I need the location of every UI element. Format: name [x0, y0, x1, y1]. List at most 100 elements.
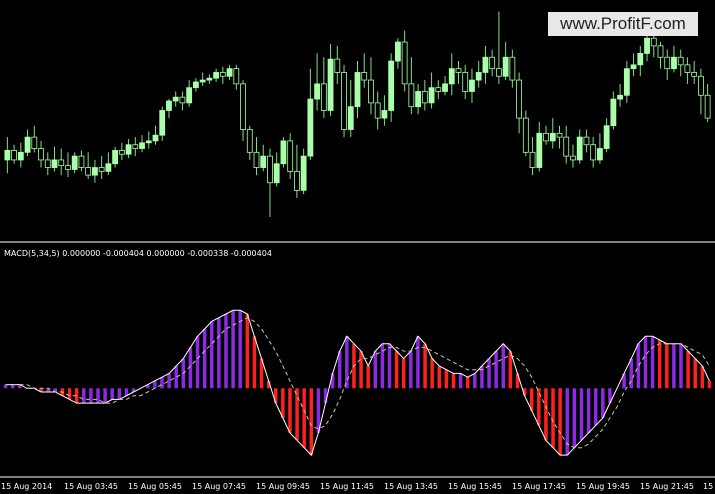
candle-body: [280, 140, 287, 165]
candle-body: [98, 167, 105, 172]
time-tick-label: 15 Aug 09:45: [256, 482, 310, 491]
candle-body: [368, 79, 374, 104]
candle-body: [455, 68, 462, 73]
candle-body: [623, 68, 630, 96]
price-pane[interactable]: [4, 11, 711, 217]
time-axis[interactable]: 15 Aug 2014 15 Aug 03:45 15 Aug 05:45 15…: [0, 478, 715, 494]
time-tick-label: 15 Aug 03:45: [64, 482, 118, 491]
candle-body: [38, 148, 44, 161]
candle-body: [354, 72, 361, 108]
candle-body: [347, 106, 354, 130]
candle-body: [112, 150, 118, 165]
candle-body: [105, 163, 112, 172]
candle-body: [85, 167, 92, 176]
candle-body: [462, 72, 469, 92]
candle-body: [563, 136, 570, 157]
macd-indicator-label: MACD(5,34,5) 0.000000 -0.000404 0.000000…: [4, 249, 272, 258]
candle-body: [401, 41, 408, 85]
time-tick-label: 15 Aug 15:45: [448, 482, 502, 491]
candle-body: [179, 96, 186, 104]
candle-body: [24, 136, 31, 153]
watermark-logo: www.ProfitF.com: [548, 12, 698, 36]
candle-body: [132, 144, 139, 149]
candle-body: [51, 159, 58, 168]
candle-body: [44, 159, 51, 168]
candle-body: [691, 72, 698, 77]
candle-body: [246, 129, 253, 153]
candle-body: [570, 155, 576, 161]
candle-body: [240, 83, 246, 130]
candle-body: [677, 56, 684, 66]
candle-body: [213, 72, 220, 79]
candle-body: [226, 68, 233, 77]
candle-body: [17, 151, 24, 161]
candle-body: [65, 165, 71, 170]
signal-line: [5, 317, 710, 449]
candle-body: [495, 68, 502, 77]
candle-body: [166, 100, 172, 111]
candle-body: [293, 170, 300, 191]
candle-body: [421, 91, 428, 104]
time-tick-label: 15 Aug 11:45: [320, 482, 374, 491]
candle-body: [219, 72, 226, 77]
candle-body: [637, 53, 644, 66]
time-tick-label: 15 Aug 17:45: [512, 482, 566, 491]
candle-body: [597, 148, 603, 161]
candle-body: [617, 94, 623, 100]
candle-body: [233, 68, 240, 85]
candle-body: [664, 56, 671, 70]
candle-body: [341, 72, 347, 130]
candle-body: [145, 140, 152, 144]
candle-body: [300, 155, 307, 191]
candle-body: [644, 37, 650, 54]
candle-body: [704, 94, 711, 119]
candle-body: [31, 136, 38, 149]
time-tick-label: 15 Aug 2014: [1, 482, 53, 491]
candle-body: [415, 91, 422, 108]
candle-body: [482, 56, 489, 73]
candle-body: [381, 110, 388, 119]
time-tick-label: 15: [703, 482, 714, 491]
candle-body: [603, 125, 610, 149]
candle-body: [435, 87, 442, 92]
candle-body: [4, 150, 11, 161]
time-tick-label: 15 Aug 21:45: [640, 482, 694, 491]
candle-body: [206, 77, 213, 81]
candle-body: [428, 87, 435, 104]
chart-canvas: [0, 11, 715, 478]
candle-body: [374, 102, 381, 119]
candle-body: [509, 56, 516, 81]
candle-body: [583, 136, 590, 146]
candle-body: [273, 163, 280, 184]
candle-body: [536, 132, 543, 168]
candle-body: [408, 83, 415, 108]
candle-body: [327, 58, 334, 111]
candle-body: [58, 159, 65, 167]
candle-body: [576, 136, 583, 161]
macd-pane[interactable]: [3, 309, 712, 457]
candle-body: [516, 79, 522, 119]
candle-body: [671, 56, 677, 70]
time-tick-label: 15 Aug 07:45: [192, 482, 246, 491]
candle-body: [361, 72, 368, 81]
candle-body: [469, 79, 475, 92]
candle-body: [543, 132, 549, 142]
candle-body: [152, 134, 159, 142]
candle-body: [307, 98, 314, 157]
candle-body: [159, 110, 166, 136]
candle-body: [199, 79, 206, 83]
candle-body: [172, 96, 179, 102]
candle-body: [489, 56, 496, 70]
candle-body: [260, 155, 267, 168]
candle-body: [522, 117, 529, 153]
candle-body: [253, 151, 260, 168]
candle-body: [502, 56, 509, 77]
candle-body: [442, 83, 448, 92]
candle-body: [630, 64, 637, 70]
candle-body: [92, 167, 98, 176]
candle-body: [556, 132, 563, 138]
candle-body: [118, 150, 125, 155]
candle-body: [320, 83, 327, 111]
candle-body: [650, 37, 657, 47]
candle-body: [71, 155, 78, 170]
